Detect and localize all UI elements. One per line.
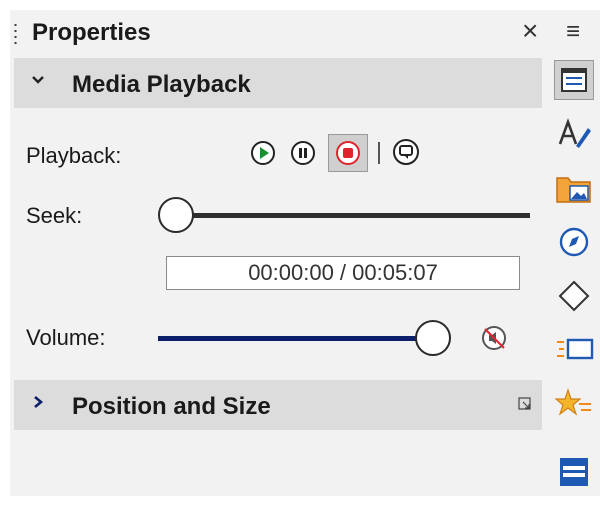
sidebar-menu-button[interactable]: ≡ <box>566 18 580 46</box>
navigator-button[interactable] <box>554 222 594 262</box>
styles-icon <box>558 118 591 148</box>
media-playback-title: Media Playback <box>72 71 251 98</box>
pause-button[interactable] <box>290 140 316 166</box>
volume-slider-thumb[interactable] <box>415 320 451 356</box>
panel-title: Properties <box>32 19 151 46</box>
pause-icon <box>291 141 315 165</box>
sidebar-tab-bar: ≡ <box>546 10 600 496</box>
close-button[interactable]: × <box>522 16 538 46</box>
panel-title-bar: Properties × <box>10 10 546 54</box>
toolbar-separator <box>378 142 380 164</box>
volume-label: Volume: <box>26 325 106 350</box>
properties-panel: Properties × Media Playback Playback: Se… <box>10 10 546 496</box>
panel-grip-handle[interactable] <box>14 22 17 46</box>
chevron-down-icon <box>30 71 46 94</box>
properties-deck-icon <box>561 68 587 92</box>
properties-deck-button[interactable] <box>554 60 594 100</box>
slide-transition-icon <box>557 338 594 360</box>
volume-slider-track[interactable] <box>158 336 448 341</box>
play-icon <box>251 141 275 165</box>
chevron-right-icon <box>30 393 46 416</box>
animation-icon <box>554 388 591 416</box>
seek-slider-thumb[interactable] <box>158 197 194 233</box>
gallery-button[interactable] <box>554 168 594 208</box>
master-slides-icon <box>560 458 588 486</box>
seek-slider-track[interactable] <box>170 213 530 218</box>
more-options-icon[interactable] <box>518 397 532 411</box>
navigator-icon <box>559 227 589 257</box>
stop-button[interactable] <box>328 134 368 172</box>
styles-button[interactable] <box>554 114 594 154</box>
shapes-button[interactable] <box>554 276 594 316</box>
mute-icon <box>482 326 506 350</box>
gallery-icon <box>556 177 591 203</box>
master-slides-button[interactable] <box>554 452 594 492</box>
repeat-icon <box>393 139 419 165</box>
animation-button[interactable] <box>554 384 594 424</box>
media-playback-section-header[interactable]: Media Playback <box>14 58 542 108</box>
stop-icon <box>336 141 360 165</box>
position-size-title: Position and Size <box>72 393 271 420</box>
play-button[interactable] <box>250 140 276 166</box>
repeat-button[interactable] <box>392 138 419 165</box>
playback-label: Playback: <box>26 143 122 168</box>
shapes-icon <box>558 280 590 312</box>
time-display: 00:00:00 / 00:05:07 <box>166 256 520 290</box>
mute-button[interactable] <box>480 324 506 350</box>
seek-label: Seek: <box>26 203 83 228</box>
slide-transition-button[interactable] <box>554 330 594 370</box>
position-size-section-header[interactable]: Position and Size <box>14 380 542 430</box>
